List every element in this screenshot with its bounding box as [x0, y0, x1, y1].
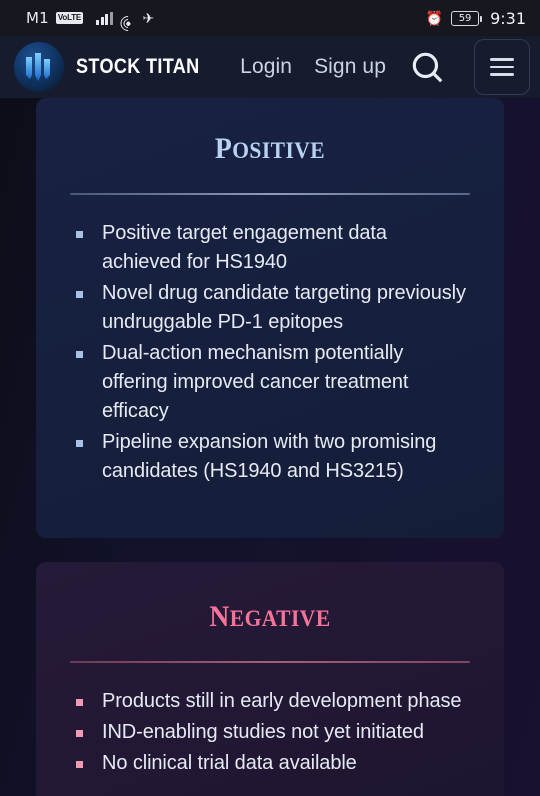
- alarm-clock-icon: ⏰: [425, 10, 444, 26]
- stock-titan-logo-icon: [14, 42, 64, 92]
- negative-title-initial: N: [209, 600, 230, 633]
- brand-home-link[interactable]: STOCK TITAN: [14, 42, 220, 92]
- status-bar-right: ⏰ 59 9:31: [426, 9, 526, 28]
- battery-level: 59: [458, 12, 472, 24]
- positive-title-initial: P: [214, 132, 233, 165]
- signup-link[interactable]: Sign up: [314, 55, 386, 79]
- negative-title-rest: EGATIVE: [229, 606, 331, 632]
- clock-time: 9:31: [490, 8, 526, 28]
- site-header: STOCK TITAN Login Sign up: [0, 36, 540, 98]
- primary-nav: Login Sign up: [240, 39, 530, 95]
- list-item: Positive target engagement data achieved…: [76, 219, 470, 277]
- hamburger-menu-button[interactable]: [474, 39, 530, 95]
- list-item: Products still in early development phas…: [76, 687, 470, 716]
- negative-card-title: NEGATIVE: [86, 600, 454, 633]
- signal-bars-icon: [96, 11, 113, 25]
- login-link[interactable]: Login: [240, 55, 292, 79]
- positive-divider: [70, 193, 470, 195]
- hamburger-menu-icon: [490, 58, 514, 61]
- list-item: No clinical trial data available: [76, 749, 470, 778]
- search-button[interactable]: [408, 48, 446, 86]
- status-bar-left: M1 VoLTE ✈: [26, 9, 426, 34]
- list-item: Dual-action mechanism potentially offeri…: [76, 339, 470, 426]
- negative-divider: [70, 661, 470, 663]
- positive-card: POSITIVE Positive target engagement data…: [36, 98, 504, 538]
- status-bar: M1 VoLTE ✈ ⏰ 59 9:31: [0, 0, 540, 36]
- negative-card: NEGATIVE Products still in early develop…: [36, 562, 504, 796]
- brand-name: STOCK TITAN: [76, 55, 200, 78]
- list-item: Pipeline expansion with two promising ca…: [76, 428, 470, 486]
- list-item: IND-enabling studies not yet initiated: [76, 718, 470, 747]
- airplane-icon: ✈: [142, 10, 155, 26]
- search-icon: [412, 52, 443, 83]
- wifi-icon: [116, 12, 139, 34]
- positive-card-title: POSITIVE: [86, 132, 454, 165]
- positive-title-rest: OSITIVE: [232, 138, 326, 164]
- carrier-label: M1: [26, 9, 49, 27]
- positive-bullet-list: Positive target engagement data achieved…: [70, 219, 470, 486]
- volte-badge: VoLTE: [55, 12, 84, 24]
- battery-icon: 59: [451, 10, 483, 26]
- page-content: POSITIVE Positive target engagement data…: [0, 98, 540, 796]
- list-item: Novel drug candidate targeting previousl…: [76, 279, 470, 337]
- negative-bullet-list: Products still in early development phas…: [70, 687, 470, 778]
